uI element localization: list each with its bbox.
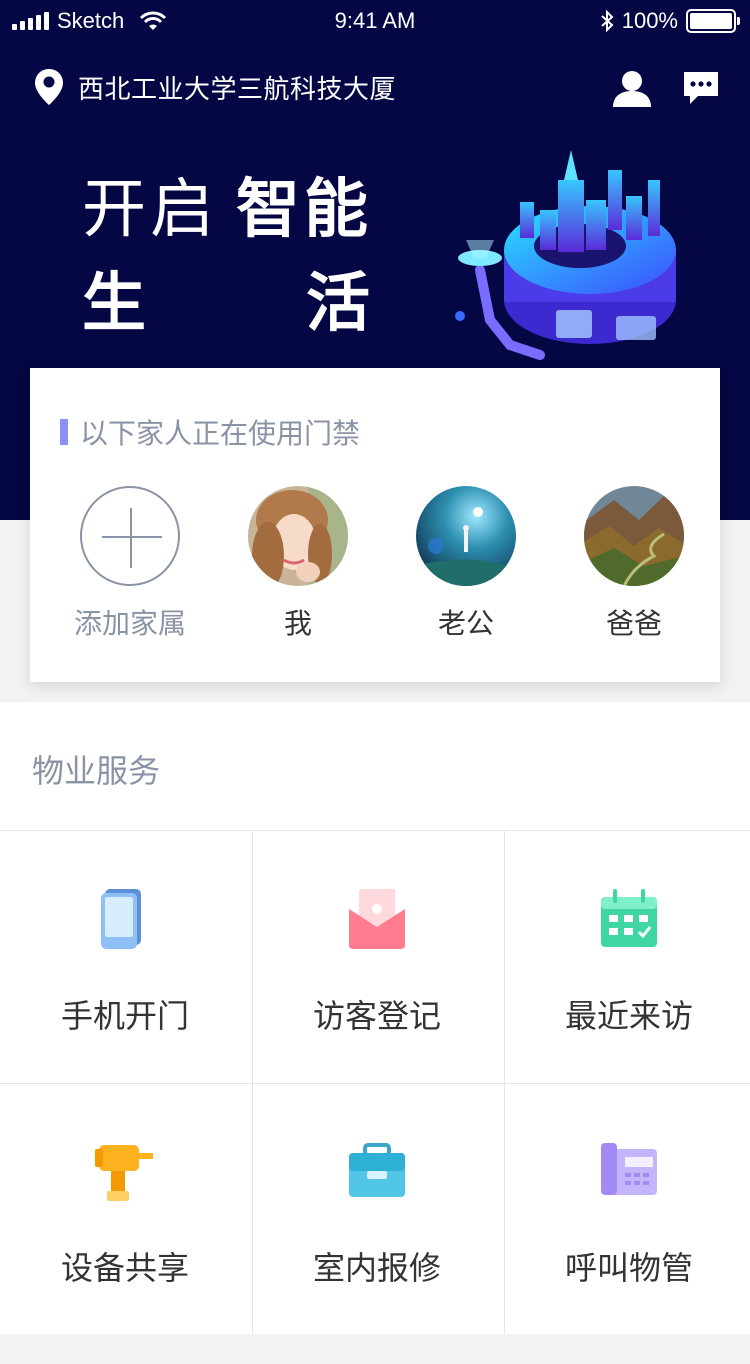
service-equipment-share[interactable]: 设备共享 [0, 1083, 250, 1335]
family-access-card: 以下家人正在使用门禁 添加家属 我 老公 爸爸 [30, 368, 720, 682]
family-member-father[interactable]: 爸爸 [564, 486, 704, 642]
drill-icon [95, 1145, 153, 1201]
status-bar: Sketch 9:41 AM 100% [0, 0, 750, 40]
user-profile-icon[interactable] [612, 70, 652, 108]
service-visitor-register[interactable]: 访客登记 [252, 831, 502, 1083]
slogan-char-b: 活 [306, 267, 370, 341]
service-label: 呼叫物管 [564, 1249, 693, 1287]
bluetooth-icon [601, 10, 614, 32]
service-call-property[interactable]: 呼叫物管 [504, 1083, 750, 1335]
family-card-title: 以下家人正在使用门禁 [60, 412, 360, 452]
service-label: 室内报修 [312, 1249, 441, 1287]
battery-icon [686, 9, 740, 33]
title-accent-bar [60, 419, 68, 445]
battery-label: 100% [621, 8, 678, 33]
member-name: 爸爸 [605, 607, 662, 640]
add-family-label: 添加家属 [73, 607, 186, 640]
slogan-line-1: 开启 智能 [82, 158, 372, 250]
avatar [584, 486, 684, 586]
service-label: 访客登记 [312, 997, 441, 1035]
location-text: 西北工业大学三航科技大厦 [78, 74, 397, 105]
location-selector[interactable]: 西北工业大学三航科技大厦 [34, 68, 396, 106]
envelope-icon [349, 889, 405, 949]
services-title: 物业服务 [32, 752, 161, 790]
service-phone-unlock[interactable]: 手机开门 [0, 831, 250, 1083]
telephone-icon [601, 1143, 657, 1195]
member-name: 老公 [437, 607, 494, 640]
plus-icon [80, 486, 180, 586]
service-label: 设备共享 [60, 1249, 189, 1287]
family-member-husband[interactable]: 老公 [396, 486, 536, 642]
calendar-icon [601, 889, 657, 947]
family-member-me[interactable]: 我 [228, 486, 368, 642]
toolbox-icon [349, 1143, 405, 1197]
smart-city-illustration [455, 150, 676, 360]
service-label: 最近来访 [564, 997, 693, 1035]
message-icon[interactable] [682, 70, 720, 106]
location-pin-icon [35, 69, 63, 105]
member-name: 我 [283, 607, 312, 640]
service-label: 手机开门 [60, 997, 189, 1035]
family-card-title-text: 以下家人正在使用门禁 [80, 417, 361, 450]
phone-icon [101, 889, 141, 949]
slogan-light: 开启 [82, 173, 218, 247]
slogan-bold: 智能 [236, 173, 372, 247]
avatar [416, 486, 516, 586]
services-grid: 手机开门 访客登记 最近来访 设备共享 室内报修 呼叫物管 [0, 830, 750, 1335]
service-indoor-repair[interactable]: 室内报修 [252, 1083, 502, 1335]
property-services-section: 物业服务 手机开门 访客登记 最近来访 设备共享 室内报修 呼叫物管 [0, 702, 750, 1335]
slogan-char-a: 生 [82, 267, 146, 341]
add-family-button[interactable]: 添加家属 [60, 486, 200, 642]
service-recent-visits[interactable]: 最近来访 [504, 831, 750, 1083]
avatar [248, 486, 348, 586]
